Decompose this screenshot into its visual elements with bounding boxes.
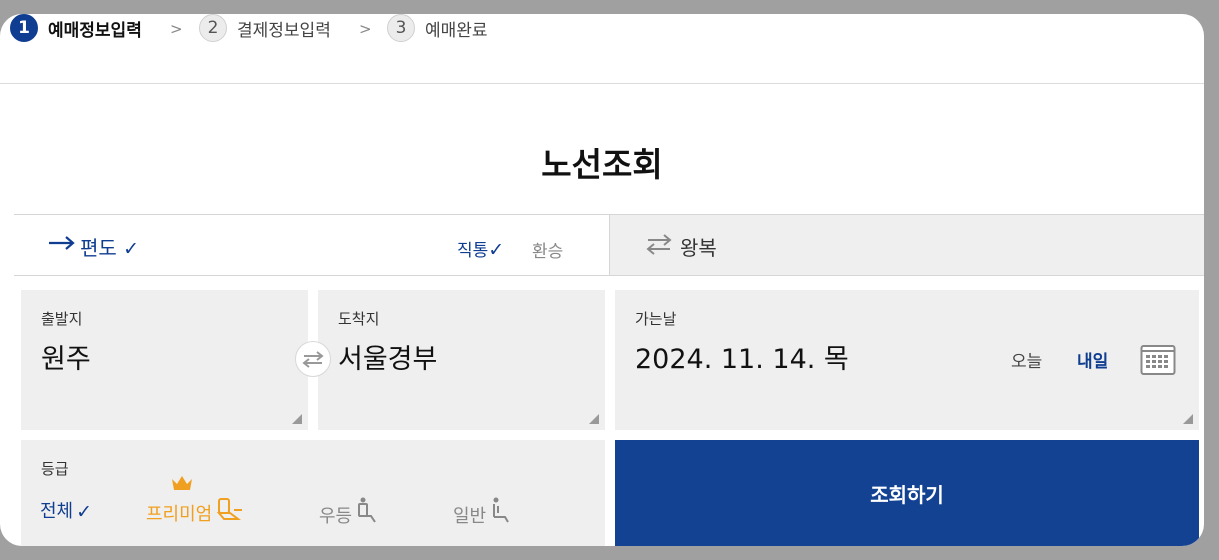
seat-icon — [355, 497, 381, 528]
step-3-label: 예매완료 — [425, 20, 488, 41]
resize-corner-icon — [292, 414, 302, 424]
departure-field[interactable]: 출발지 원주 — [21, 290, 308, 430]
oneway-tab[interactable]: 편도 ✓ 직통✓ 환승 — [14, 215, 609, 275]
crown-icon — [171, 475, 193, 496]
transfer-option[interactable]: 환승 — [532, 237, 563, 262]
today-button[interactable]: 오늘 — [1011, 347, 1042, 372]
calendar-icon[interactable] — [1140, 344, 1176, 380]
grade-premium-option[interactable]: 프리미엄 — [146, 476, 244, 526]
date-caption: 가는날 — [635, 310, 677, 328]
swap-icon — [646, 233, 672, 259]
search-button[interactable]: 조회하기 — [615, 440, 1199, 546]
seat-icon — [489, 497, 515, 528]
grade-caption: 등급 — [41, 460, 69, 478]
tomorrow-button[interactable]: 내일 — [1077, 347, 1108, 372]
date-value: 2024. 11. 14. 목 — [635, 344, 849, 375]
page-title: 노선조회 — [541, 145, 663, 184]
oneway-label: 편도 ✓ — [80, 236, 140, 260]
arrival-field[interactable]: 도착지 서울경부 — [318, 290, 605, 430]
resize-corner-icon — [589, 414, 599, 424]
grade-all-option[interactable]: 전체 ✓ — [40, 497, 92, 523]
step-3-number: 3 — [387, 14, 415, 42]
reservation-card: 1 예매정보입력 > 2 결제정보입력 > 3 예매완료 노선조회 편도 ✓ 직… — [0, 14, 1204, 546]
step-3: 3 예매완료 — [387, 14, 488, 42]
grade-economy-option[interactable]: 일반 — [453, 497, 515, 528]
step-bar: 1 예매정보입력 > 2 결제정보입력 > 3 예매완료 — [0, 14, 1204, 84]
resize-corner-icon — [1183, 414, 1193, 424]
departure-caption: 출발지 — [41, 310, 83, 328]
trip-type-row: 편도 ✓ 직통✓ 환승 왕복 — [14, 214, 1204, 276]
step-2-number: 2 — [199, 14, 227, 42]
arrow-right-icon — [48, 235, 76, 255]
step-2: 2 결제정보입력 — [199, 14, 331, 42]
check-icon: ✓ — [488, 239, 505, 261]
check-icon: ✓ — [123, 238, 140, 260]
step-2-label: 결제정보입력 — [237, 20, 331, 41]
roundtrip-label: 왕복 — [680, 236, 717, 260]
step-1: 1 예매정보입력 — [10, 14, 142, 42]
chevron-right-icon: > — [170, 20, 183, 38]
swap-stations-button[interactable] — [295, 341, 331, 377]
date-field[interactable]: 가는날 2024. 11. 14. 목 오늘 내일 — [615, 290, 1199, 430]
arrival-value: 서울경부 — [338, 344, 438, 375]
departure-value: 원주 — [41, 344, 91, 375]
step-1-number: 1 — [10, 14, 38, 42]
grade-field: 등급 전체 ✓ 프리미엄 우등 일반 — [21, 440, 605, 546]
chevron-right-icon: > — [359, 20, 372, 38]
roundtrip-tab[interactable]: 왕복 — [609, 215, 1204, 275]
check-icon: ✓ — [76, 501, 93, 523]
swap-icon — [302, 351, 324, 368]
arrival-caption: 도착지 — [338, 310, 380, 328]
step-1-label: 예매정보입력 — [48, 20, 142, 41]
direct-option[interactable]: 직통✓ — [457, 236, 504, 261]
grade-first-option[interactable]: 우등 — [319, 497, 381, 528]
seat-icon — [216, 497, 244, 526]
